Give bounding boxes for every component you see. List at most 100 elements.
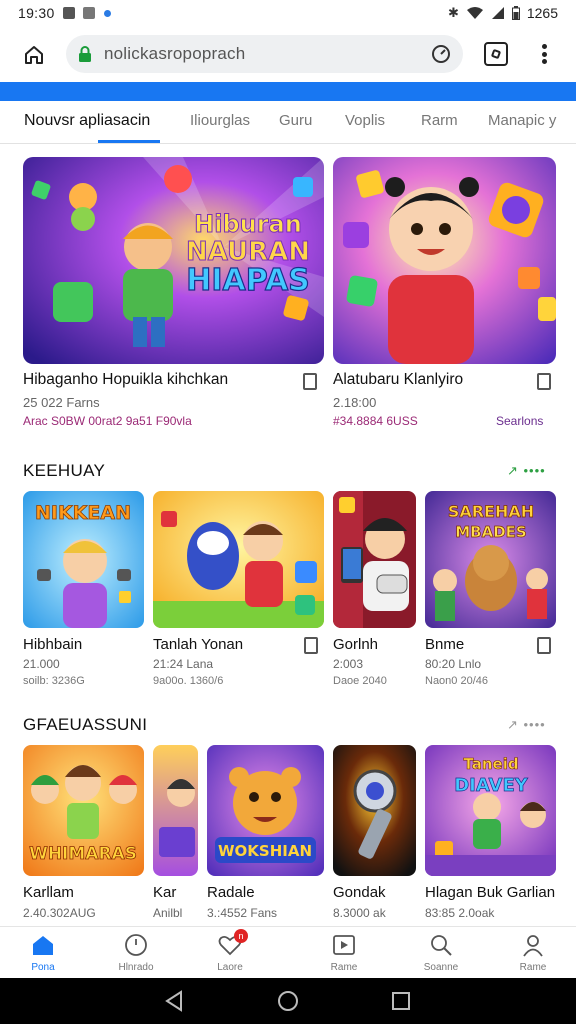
notification-icon: [82, 7, 95, 19]
tab-new-apps[interactable]: Nouvsr apliasacin: [24, 112, 150, 130]
game-thumbnail[interactable]: [153, 745, 198, 876]
game-title[interactable]: Hlagan Buk Garlian: [425, 884, 555, 901]
game-meta: Naon0 20/46: [425, 675, 488, 687]
battery-icon: [511, 6, 520, 20]
game-thumbnail[interactable]: Taneid DIAVEY: [425, 745, 556, 876]
home-icon: [25, 46, 43, 64]
tab-manapic[interactable]: Manapic y: [488, 112, 556, 129]
featured-2-meta-right: Searlons: [496, 414, 544, 428]
lock-icon: [79, 46, 91, 62]
game-subtitle: 2.40.302AUG: [23, 906, 96, 920]
thumbnail-art-text: MBADES: [455, 523, 526, 541]
tab-switcher-button[interactable]: [484, 42, 508, 66]
featured-1-title[interactable]: Hibaganho Hopuikla kihchkan: [23, 371, 228, 389]
featured-2-subtitle: 2.18:00: [333, 395, 377, 410]
recents-icon[interactable]: [390, 990, 412, 1012]
game-subtitle: 8.3000 ak: [333, 906, 386, 920]
game-meta: Daoe 2040: [333, 675, 387, 687]
nav-likes[interactable]: n Laore: [194, 929, 266, 977]
media-icon: [333, 935, 355, 955]
status-time: 19:30: [18, 5, 55, 21]
bookmark-icon[interactable]: [537, 637, 551, 654]
game-title[interactable]: Radale: [207, 884, 255, 901]
notification-dot-icon: [103, 9, 111, 17]
thumbnail-art-text: WHIMARAS: [29, 844, 137, 864]
status-bar: 19:30 ✱ 1265: [0, 0, 576, 26]
game-subtitle: 2:003: [333, 657, 364, 671]
game-thumbnail[interactable]: WHIMARAS: [23, 745, 144, 876]
section-1-more-link[interactable]: ↗ ••••: [507, 463, 546, 479]
game-title[interactable]: Gorlnh: [333, 636, 378, 653]
signal-icon: [491, 7, 504, 19]
featured-1-art-line-1: Hiburan: [194, 210, 302, 238]
game-title[interactable]: Tanlah Yonan: [153, 636, 243, 653]
clock-icon: [125, 934, 147, 956]
game-thumbnail[interactable]: [333, 491, 416, 628]
game-subtitle: 3.:4552 Fans: [207, 906, 278, 920]
game-subtitle: 21.000: [23, 657, 60, 671]
featured-1-art-line-3: HIAPAS: [186, 263, 310, 298]
featured-game-banner-2[interactable]: [333, 157, 556, 364]
active-tab-indicator: [98, 140, 160, 143]
game-thumbnail[interactable]: [333, 745, 416, 876]
site-header-bar: [0, 82, 576, 101]
section-2-more-link[interactable]: ↗ ••••: [507, 717, 546, 733]
featured-2-title[interactable]: Alatubaru Klanlyiro: [333, 371, 463, 389]
bookmark-icon[interactable]: [304, 637, 318, 654]
section-title-1: KEEHUAY: [23, 461, 106, 480]
game-subtitle: 83:85 2.0oak: [425, 906, 495, 920]
bottom-navigation: Pona Hlnrado n Laore Rame Soanne Rame: [0, 926, 576, 978]
url-text: nolickasropoprach: [104, 44, 246, 63]
nav-search[interactable]: Soanne: [405, 931, 477, 977]
profile-icon: [523, 935, 543, 957]
speed-gauge-icon[interactable]: [431, 44, 451, 64]
search-icon: [431, 935, 452, 956]
tab-rarm[interactable]: Rarm: [421, 112, 458, 129]
back-icon[interactable]: [163, 990, 185, 1012]
featured-1-meta: Arac S0BW 00rat2 9a51 F90vla: [23, 414, 192, 428]
tabs-icon: [490, 48, 502, 60]
thumbnail-art-text: DIAVEY: [454, 775, 529, 796]
thumbnail-art-text: Taneid: [463, 755, 518, 773]
game-title[interactable]: Hibhbain: [23, 636, 82, 653]
featured-1-subtitle: 25 022 Farns: [23, 395, 100, 410]
tab-guru[interactable]: Guru: [279, 112, 312, 129]
nav-history[interactable]: Hlnrado: [100, 931, 172, 977]
bookmark-icon[interactable]: [537, 373, 551, 390]
thumbnail-art-text: SAREHAH: [448, 502, 534, 521]
system-navigation-bar: [0, 978, 576, 1024]
browser-toolbar: nolickasropoprach: [0, 30, 576, 80]
game-title[interactable]: Gondak: [333, 884, 386, 901]
nav-home[interactable]: Pona: [7, 931, 79, 977]
nav-profile[interactable]: Rame: [497, 931, 569, 977]
notification-icon: [62, 7, 75, 19]
game-title[interactable]: Karllam: [23, 884, 74, 901]
home-circle-icon[interactable]: [277, 990, 299, 1012]
thumbnail-art-text: NIKKEAN: [35, 502, 131, 524]
wifi-icon: [466, 7, 483, 19]
overflow-menu-button[interactable]: [536, 40, 552, 68]
home-button[interactable]: [14, 35, 54, 75]
game-thumbnail[interactable]: WOKSHIAN: [207, 745, 324, 876]
game-title[interactable]: Bnme: [425, 636, 464, 653]
game-title[interactable]: Kar: [153, 884, 176, 901]
game-thumbnail[interactable]: NIKKEAN: [23, 491, 144, 628]
bookmark-icon[interactable]: [303, 373, 317, 390]
game-thumbnail[interactable]: SAREHAH MBADES: [425, 491, 556, 628]
game-subtitle: 80:20 Lnlo: [425, 657, 482, 671]
game-subtitle: Anilbl: [153, 906, 183, 920]
game-meta: 9a00o. 1360/6: [153, 675, 224, 687]
game-subtitle: 21:24 Lana: [153, 657, 214, 671]
home-icon: [33, 936, 53, 955]
game-meta: soilb: 3236G: [23, 675, 85, 687]
section-title-2: GFAEUASSUNI: [23, 715, 148, 734]
featured-2-meta: #34.8884 6USS: [333, 414, 418, 428]
address-bar[interactable]: nolickasropoprach: [66, 35, 463, 73]
notification-badge: n: [234, 929, 248, 943]
battery-level: 1265: [526, 5, 558, 21]
featured-game-banner-1[interactable]: Hiburan NAURAN HIAPAS: [23, 157, 324, 364]
tab-voplis[interactable]: Voplis: [345, 112, 385, 129]
game-thumbnail[interactable]: [153, 491, 324, 628]
nav-media[interactable]: Rame: [308, 931, 380, 977]
tab-iliourglas[interactable]: Iliourglas: [190, 112, 250, 129]
